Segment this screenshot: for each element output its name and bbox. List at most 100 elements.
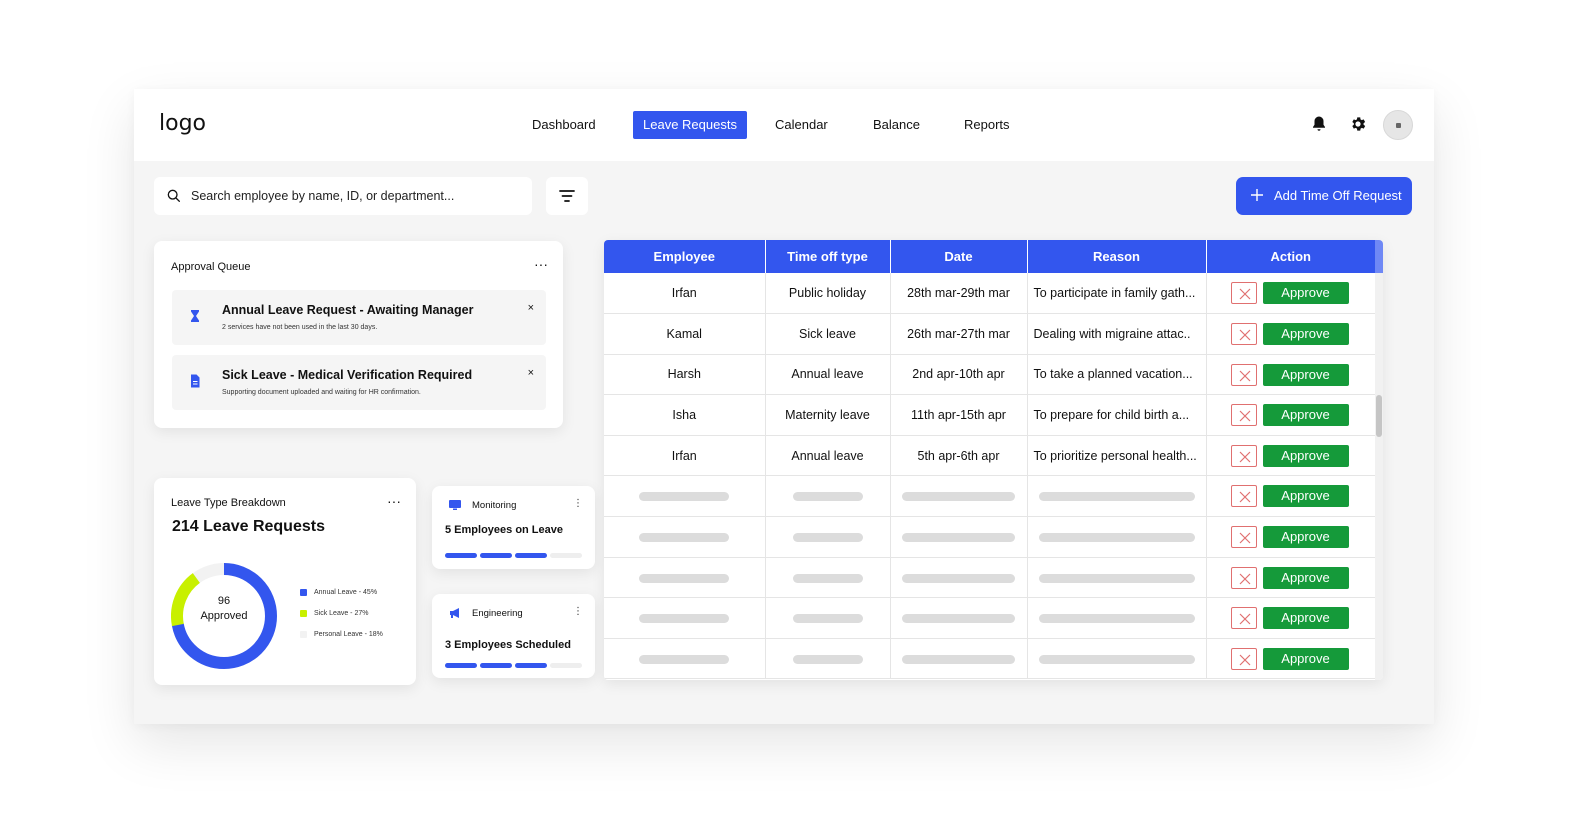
nav-dashboard[interactable]: Dashboard	[522, 111, 606, 139]
approve-button[interactable]: Approve	[1262, 363, 1349, 386]
placeholder-cell	[604, 475, 766, 518]
reject-button[interactable]	[1230, 526, 1257, 549]
placeholder-cell	[1027, 557, 1207, 599]
more-options-icon[interactable]: ⋮	[573, 498, 583, 509]
avatar[interactable]	[1383, 110, 1413, 140]
approve-button[interactable]: Approve	[1262, 404, 1349, 427]
approve-button[interactable]: Approve	[1262, 444, 1349, 467]
leave-breakdown-card: Leave Type Breakdown ··· 214 Leave Reque…	[154, 478, 416, 685]
close-icon	[1239, 613, 1250, 625]
skeleton-bar	[792, 533, 863, 543]
action-cell: Approve	[1206, 273, 1375, 315]
search-icon	[167, 189, 180, 202]
add-time-off-button[interactable]: Add Time Off Request	[1236, 177, 1412, 215]
date-cell: 28th mar-29th mar	[890, 273, 1028, 315]
approve-button[interactable]: Approve	[1262, 526, 1349, 549]
search-bar	[154, 177, 532, 215]
leave-requests-table: Employee Time off type Date Reason Actio…	[604, 240, 1383, 680]
bell-icon[interactable]	[1310, 115, 1330, 135]
date-cell: 26th mar-27th mar	[890, 313, 1028, 355]
skeleton-bar	[639, 492, 730, 502]
placeholder-cell	[1027, 638, 1207, 680]
skeleton-bar	[639, 654, 730, 664]
approve-button[interactable]: Approve	[1262, 607, 1349, 630]
approve-button[interactable]: Approve	[1262, 485, 1349, 508]
close-icon	[1239, 573, 1250, 585]
approval-queue-title: Approval Queue	[171, 261, 251, 273]
placeholder-cell	[1027, 597, 1207, 639]
main-nav: Dashboard Leave Requests Calendar Balanc…	[134, 111, 1434, 139]
monitoring-value: 5 Employees on Leave	[445, 524, 563, 536]
queue-item[interactable]: Annual Leave Request - Awaiting Manager …	[172, 290, 546, 345]
nav-calendar[interactable]: Calendar	[765, 111, 838, 139]
date-cell: 11th apr-15th apr	[890, 394, 1028, 436]
gear-icon[interactable]	[1349, 115, 1369, 135]
placeholder-row: Approve	[604, 597, 1375, 639]
placeholder-cell	[604, 557, 766, 599]
progress-segment	[515, 663, 547, 668]
nav-balance[interactable]: Balance	[863, 111, 930, 139]
monitoring-title: Monitoring	[472, 500, 517, 511]
skeleton-bar	[1038, 614, 1195, 624]
column-header[interactable]: Time off type	[765, 240, 891, 273]
column-header[interactable]: Reason	[1027, 240, 1207, 273]
more-options-icon[interactable]: ···	[534, 257, 548, 271]
reject-button[interactable]	[1230, 363, 1257, 386]
monitoring-progress	[445, 553, 583, 559]
table-row[interactable]: Irfan Annual leave 5th apr-6th apr To prior…	[604, 435, 1375, 477]
approve-button[interactable]: Approve	[1262, 566, 1349, 589]
skeleton-bar	[792, 492, 863, 502]
filter-button[interactable]	[546, 177, 588, 215]
table-scrollbar[interactable]	[1375, 240, 1383, 680]
placeholder-cell	[604, 638, 766, 680]
nav-reports[interactable]: Reports	[954, 111, 1020, 139]
close-icon	[1239, 532, 1250, 544]
reason-cell: Dealing with migraine attac..	[1027, 313, 1207, 355]
type-cell: Maternity leave	[765, 394, 891, 436]
reject-button[interactable]	[1230, 647, 1257, 670]
approve-button[interactable]: Approve	[1262, 647, 1349, 670]
more-options-icon[interactable]: ⋮	[573, 606, 583, 617]
reject-button[interactable]	[1230, 282, 1257, 304]
placeholder-cell	[890, 516, 1028, 558]
table-header-row: Employee Time off type Date Reason Actio…	[604, 240, 1375, 273]
close-icon[interactable]: ×	[528, 367, 534, 379]
placeholder-cell	[890, 597, 1028, 639]
monitoring-card[interactable]: Monitoring ⋮ 5 Employees on Leave	[432, 486, 595, 569]
reason-cell: To prepare for child birth a...	[1027, 394, 1207, 436]
reject-button[interactable]	[1230, 444, 1257, 467]
table-row[interactable]: Irfan Public holiday 28th mar-29th mar To p…	[604, 273, 1375, 315]
nav-leave-requests[interactable]: Leave Requests	[633, 111, 747, 139]
close-icon[interactable]: ×	[528, 302, 534, 314]
table-row[interactable]: Isha Maternity leave 11th apr-15th apr To p…	[604, 394, 1375, 436]
legend-label: Personal Leave - 18%	[314, 631, 383, 638]
reject-button[interactable]	[1230, 566, 1257, 589]
table-row[interactable]: Kamal Sick leave 26th mar-27th mar Dealing …	[604, 313, 1375, 355]
reason-cell: To prioritize personal health...	[1027, 435, 1207, 477]
action-cell: Approve	[1206, 557, 1375, 599]
reject-button[interactable]	[1230, 323, 1257, 346]
placeholder-row: Approve	[604, 475, 1375, 518]
reject-button[interactable]	[1230, 404, 1257, 427]
skeleton-bar	[902, 654, 1015, 664]
more-options-icon[interactable]: ···	[387, 494, 401, 508]
type-cell: Sick leave	[765, 313, 891, 355]
approve-button[interactable]: Approve	[1262, 282, 1349, 304]
column-header[interactable]: Employee	[604, 240, 766, 273]
reject-button[interactable]	[1230, 485, 1257, 508]
table-row[interactable]: Harsh Annual leave 2nd apr-10th apr To take…	[604, 354, 1375, 396]
approved-count: 96	[217, 595, 231, 607]
column-header[interactable]: Action	[1206, 240, 1375, 273]
reason-cell: To participate in family gath...	[1027, 273, 1207, 315]
employee-cell: Irfan	[604, 435, 766, 477]
column-header[interactable]: Date	[890, 240, 1028, 273]
approve-button[interactable]: Approve	[1262, 323, 1349, 346]
search-input[interactable]	[191, 177, 521, 215]
queue-item-subtitle: Supporting document uploaded and waiting…	[222, 389, 421, 396]
scrollbar-thumb[interactable]	[1376, 395, 1382, 437]
placeholder-cell	[765, 516, 891, 558]
queue-item[interactable]: Sick Leave - Medical Verification Requir…	[172, 355, 546, 410]
engineering-card[interactable]: Engineering ⋮ 3 Employees Scheduled	[432, 594, 595, 678]
employee-cell: Harsh	[604, 354, 766, 396]
reject-button[interactable]	[1230, 607, 1257, 630]
